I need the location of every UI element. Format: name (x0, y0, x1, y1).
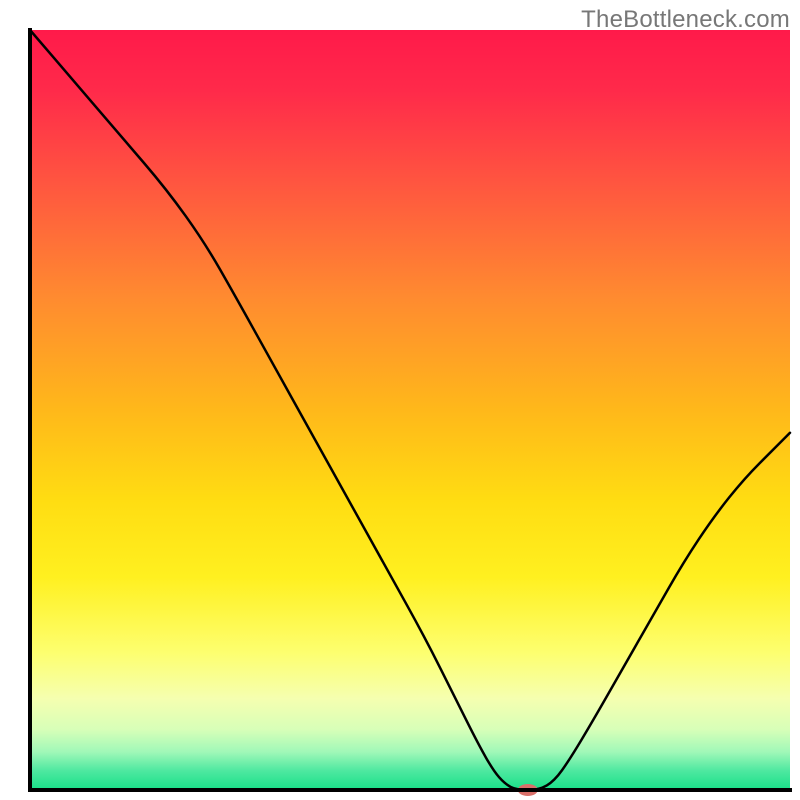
watermark-text: TheBottleneck.com (581, 6, 790, 34)
plot-background (30, 30, 790, 790)
bottleneck-chart: TheBottleneck.com (0, 0, 800, 800)
chart-svg (0, 0, 800, 800)
